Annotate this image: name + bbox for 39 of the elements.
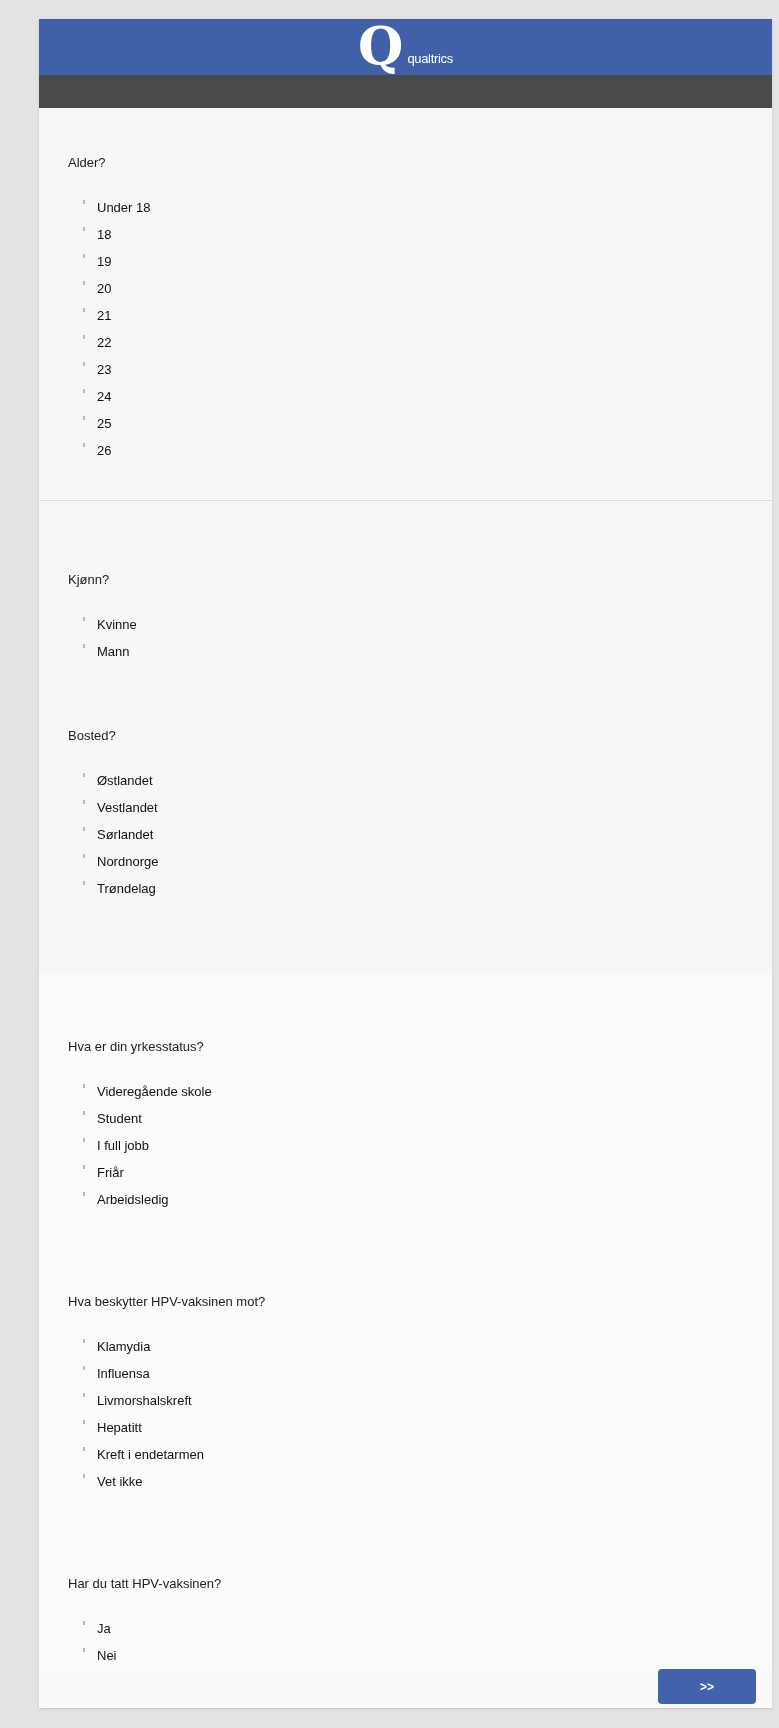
option-label[interactable]: Student xyxy=(97,1109,142,1128)
option-label[interactable]: Influensa xyxy=(97,1364,150,1383)
option-label[interactable]: Trøndelag xyxy=(97,879,156,898)
option-label[interactable]: Hepatitt xyxy=(97,1418,142,1437)
option-label[interactable]: Mann xyxy=(97,642,130,661)
option-label[interactable]: 25 xyxy=(97,414,112,433)
option-label[interactable]: Kreft i endetarmen xyxy=(97,1445,204,1464)
option-label[interactable]: Ja xyxy=(97,1619,111,1638)
option-label[interactable]: Friår xyxy=(97,1163,124,1182)
option-label[interactable]: I full jobb xyxy=(97,1136,150,1155)
option-label[interactable]: Under 18 xyxy=(97,198,151,217)
option-label[interactable]: Kvinne xyxy=(97,615,137,634)
question-text: Bosted? xyxy=(68,727,116,745)
question-text: Kjønn? xyxy=(68,571,110,589)
option-label[interactable]: 19 xyxy=(97,252,112,271)
option-label[interactable]: Nordnorge xyxy=(97,852,159,871)
option-label[interactable]: 18 xyxy=(97,225,112,244)
option-label[interactable]: 22 xyxy=(97,333,112,352)
next-button[interactable]: >> xyxy=(658,1669,756,1704)
option-label[interactable]: 24 xyxy=(97,387,112,406)
option-label[interactable]: Videregående skole xyxy=(97,1082,212,1101)
logo-wordmark: qualtrics xyxy=(407,49,453,68)
option-label[interactable]: 23 xyxy=(97,360,112,379)
question-text: Alder? xyxy=(68,154,106,172)
question-text: Har du tatt HPV-vaksinen? xyxy=(68,1575,222,1593)
option-label[interactable]: Klamydia xyxy=(97,1337,151,1356)
option-label[interactable]: Østlandet xyxy=(97,771,153,790)
option-label[interactable]: Vestlandet xyxy=(97,798,158,817)
option-label[interactable]: Nei xyxy=(97,1646,117,1665)
option-label[interactable]: Arbeidsledig xyxy=(97,1190,169,1209)
option-label[interactable]: Sørlandet xyxy=(97,825,154,844)
question-text: Hva beskytter HPV-vaksinen mot? xyxy=(68,1293,266,1311)
option-label[interactable]: Livmorshalskreft xyxy=(97,1391,192,1410)
option-label[interactable]: 21 xyxy=(97,306,112,325)
logo-mark: Q xyxy=(358,20,404,72)
option-label[interactable]: 26 xyxy=(97,441,112,460)
option-label[interactable]: Vet ikke xyxy=(97,1472,143,1491)
question-text: Hva er din yrkesstatus? xyxy=(68,1038,204,1056)
option-label[interactable]: 20 xyxy=(97,279,112,298)
